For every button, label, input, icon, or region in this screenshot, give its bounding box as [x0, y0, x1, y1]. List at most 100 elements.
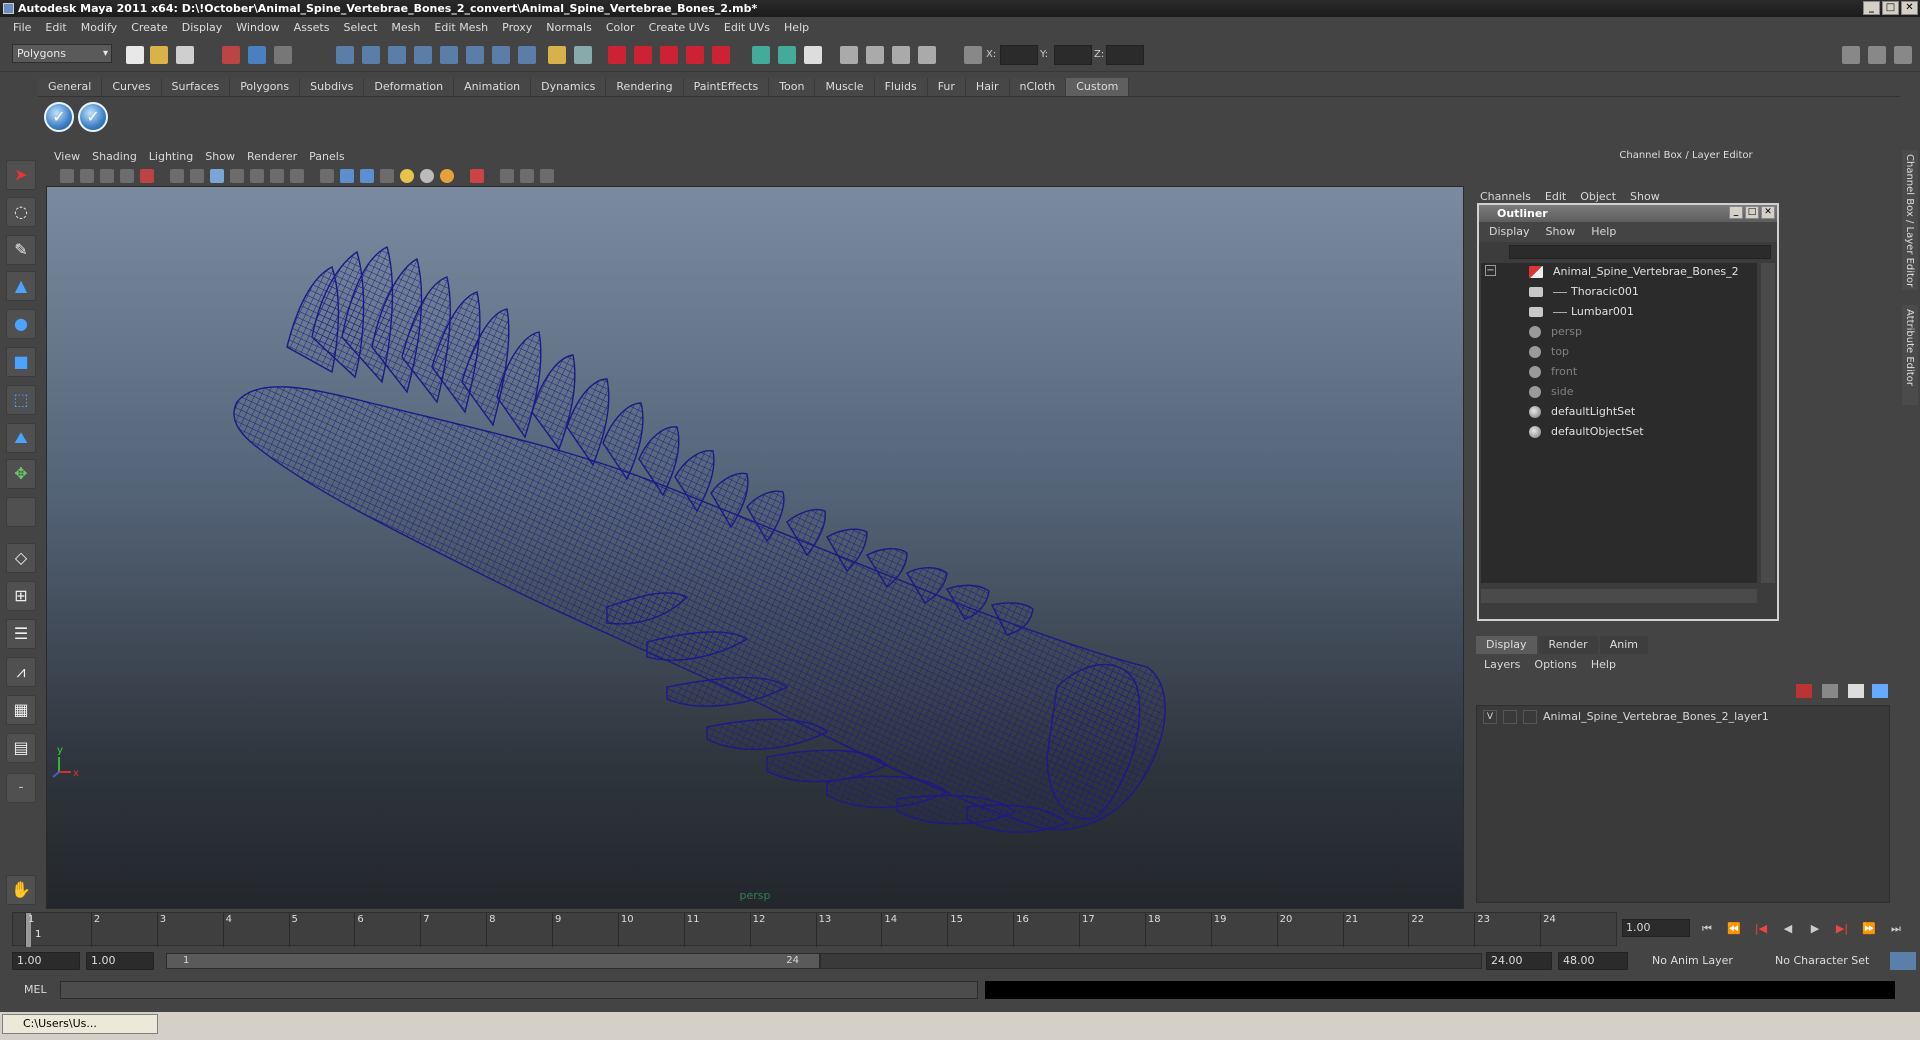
vp-menu-view[interactable]: View [54, 150, 88, 163]
menu-proxy[interactable]: Proxy [495, 21, 539, 34]
highlight-selection-icon[interactable] [574, 46, 592, 64]
shadows-icon[interactable] [420, 169, 434, 183]
shelf-tab-fluids[interactable]: Fluids [874, 78, 928, 96]
xray-icon[interactable] [500, 169, 514, 183]
wireframe-shading-icon[interactable] [320, 169, 334, 183]
time-slider[interactable]: 1 1 2 3 4 5 6 7 8 9 10 11 12 13 14 15 16 17 18 19 20 21 22 23 2… [12, 912, 1617, 947]
anim-layer-dropdown[interactable]: No Anim Layer [1652, 952, 1733, 970]
custom-layout-icon[interactable]: ▤ [6, 733, 36, 763]
outliner-minimize-button[interactable]: _ [1729, 206, 1743, 219]
open-scene-icon[interactable] [150, 46, 168, 64]
menu-file[interactable]: File [6, 21, 38, 34]
layer-tab-render[interactable]: Render [1538, 636, 1598, 654]
select-rendering-icon[interactable] [492, 46, 510, 64]
close-button[interactable]: ✕ [1901, 1, 1918, 15]
step-back-frame-button[interactable]: |◀ [1751, 920, 1771, 938]
menu-create-uvs[interactable]: Create UVs [642, 21, 717, 34]
taskbar-item[interactable]: C:\Users\Us... [2, 1014, 158, 1034]
layer-tab-anim[interactable]: Anim [1599, 636, 1648, 654]
isolate-select-icon[interactable] [470, 169, 484, 183]
soft-modification-tool-icon[interactable]: ⛰ [6, 423, 36, 453]
outliner-menu-display[interactable]: Display [1489, 222, 1530, 242]
menu-create[interactable]: Create [124, 21, 175, 34]
vp-menu-show[interactable]: Show [205, 150, 243, 163]
move-tool-icon[interactable]: ▲ [6, 271, 36, 301]
paint-select-tool-icon[interactable]: ✎ [6, 235, 36, 265]
outliner-item[interactable]: front [1529, 363, 1577, 381]
hypershade-icon[interactable] [918, 46, 936, 64]
outliner-maximize-button[interactable]: □ [1745, 206, 1759, 219]
shelf-tab-surfaces[interactable]: Surfaces [161, 78, 231, 96]
select-by-object-icon[interactable] [248, 46, 266, 64]
field-chart-icon[interactable] [250, 169, 264, 183]
outliner-item[interactable]: defaultObjectSet [1529, 423, 1644, 441]
shelf-tab-dynamics[interactable]: Dynamics [531, 78, 607, 96]
range-slider-track[interactable] [820, 953, 1482, 969]
menu-display[interactable]: Display [175, 21, 230, 34]
outliner-item[interactable]: top [1529, 343, 1569, 361]
cb-menu-object[interactable]: Object [1580, 190, 1616, 203]
scale-tool-icon[interactable]: ■ [6, 347, 36, 377]
rotate-tool-icon[interactable]: ● [6, 309, 36, 339]
layer-menu-help[interactable]: Help [1591, 658, 1616, 671]
attribute-editor-toggle-icon[interactable] [1842, 46, 1860, 64]
tool-settings-toggle-icon[interactable] [1868, 46, 1886, 64]
outliner-title-bar[interactable]: Outliner _ □ ✕ [1479, 205, 1777, 222]
save-scene-icon[interactable] [176, 46, 194, 64]
wireframe-on-shaded-icon[interactable] [360, 169, 374, 183]
shelf-tab-custom[interactable]: Custom [1066, 78, 1130, 96]
layer-visibility-toggle[interactable]: V [1483, 710, 1497, 724]
minimize-button[interactable]: _ [1863, 1, 1880, 15]
end-time-field[interactable]: 48.00 [1558, 952, 1628, 970]
go-to-end-button[interactable]: ⏭ [1886, 920, 1906, 938]
check-icon[interactable]: ✓ [44, 102, 74, 132]
menu-select[interactable]: Select [336, 21, 384, 34]
shelf-tab-general[interactable]: General [38, 78, 103, 96]
playback-start-field[interactable]: 1.00 [86, 952, 154, 970]
outliner-close-button[interactable]: ✕ [1761, 206, 1775, 219]
select-misc-icon[interactable] [518, 46, 536, 64]
hand-tool-icon[interactable]: ✋ [6, 875, 36, 905]
snap-to-view-plane-icon[interactable] [686, 46, 704, 64]
current-time-field[interactable]: 1.00 [1622, 919, 1690, 937]
select-tool-icon[interactable]: ➤ [6, 160, 36, 190]
character-set-dropdown[interactable]: No Character Set [1775, 952, 1869, 970]
playback-end-field[interactable]: 24.00 [1486, 952, 1552, 970]
four-view-layout-icon[interactable]: ⊞ [6, 581, 36, 611]
render-current-frame-icon[interactable] [840, 46, 858, 64]
vp-menu-panels[interactable]: Panels [309, 150, 352, 163]
camera-attributes-icon[interactable] [60, 169, 74, 183]
layout-menu-icon[interactable]: – [6, 773, 36, 803]
outliner-menu-help[interactable]: Help [1591, 222, 1616, 242]
layer-color-swatch[interactable] [1523, 710, 1537, 724]
outliner-item[interactable]: defaultLightSet [1529, 403, 1635, 421]
menu-color[interactable]: Color [599, 21, 642, 34]
select-joints-icon[interactable] [362, 46, 380, 64]
range-slider[interactable]: 1 24 [166, 953, 820, 969]
ipr-render-icon[interactable] [866, 46, 884, 64]
shelf-tab-curves[interactable]: Curves [102, 78, 162, 96]
safe-title-icon[interactable] [290, 169, 304, 183]
lock-selection-icon[interactable] [548, 46, 566, 64]
outliner-filter-input[interactable] [1509, 245, 1771, 259]
film-gate-icon[interactable] [190, 169, 204, 183]
gate-mask-icon[interactable] [230, 169, 244, 183]
menu-edit-mesh[interactable]: Edit Mesh [427, 21, 495, 34]
universal-manipulator-icon[interactable]: ⬚ [6, 385, 36, 415]
mel-command-input[interactable] [60, 981, 978, 999]
snap-to-point-icon[interactable] [660, 46, 678, 64]
menu-normals[interactable]: Normals [539, 21, 599, 34]
select-deformations-icon[interactable] [440, 46, 458, 64]
play-backwards-button[interactable]: ◀ [1778, 920, 1798, 938]
shelf-tab-ncloth[interactable]: nCloth [1009, 78, 1067, 96]
check-icon[interactable]: ✓ [78, 102, 108, 132]
vp-menu-shading[interactable]: Shading [92, 150, 145, 163]
grid-toggle-icon[interactable] [170, 169, 184, 183]
show-manipulator-icon[interactable]: ✥ [6, 459, 36, 489]
outliner-item[interactable]: persp [1529, 323, 1582, 341]
y-field[interactable] [1054, 45, 1092, 65]
image-plane-icon[interactable] [100, 169, 114, 183]
select-by-hierarchy-icon[interactable] [222, 46, 240, 64]
shelf-tab-animation[interactable]: Animation [454, 78, 532, 96]
cb-menu-edit[interactable]: Edit [1545, 190, 1566, 203]
